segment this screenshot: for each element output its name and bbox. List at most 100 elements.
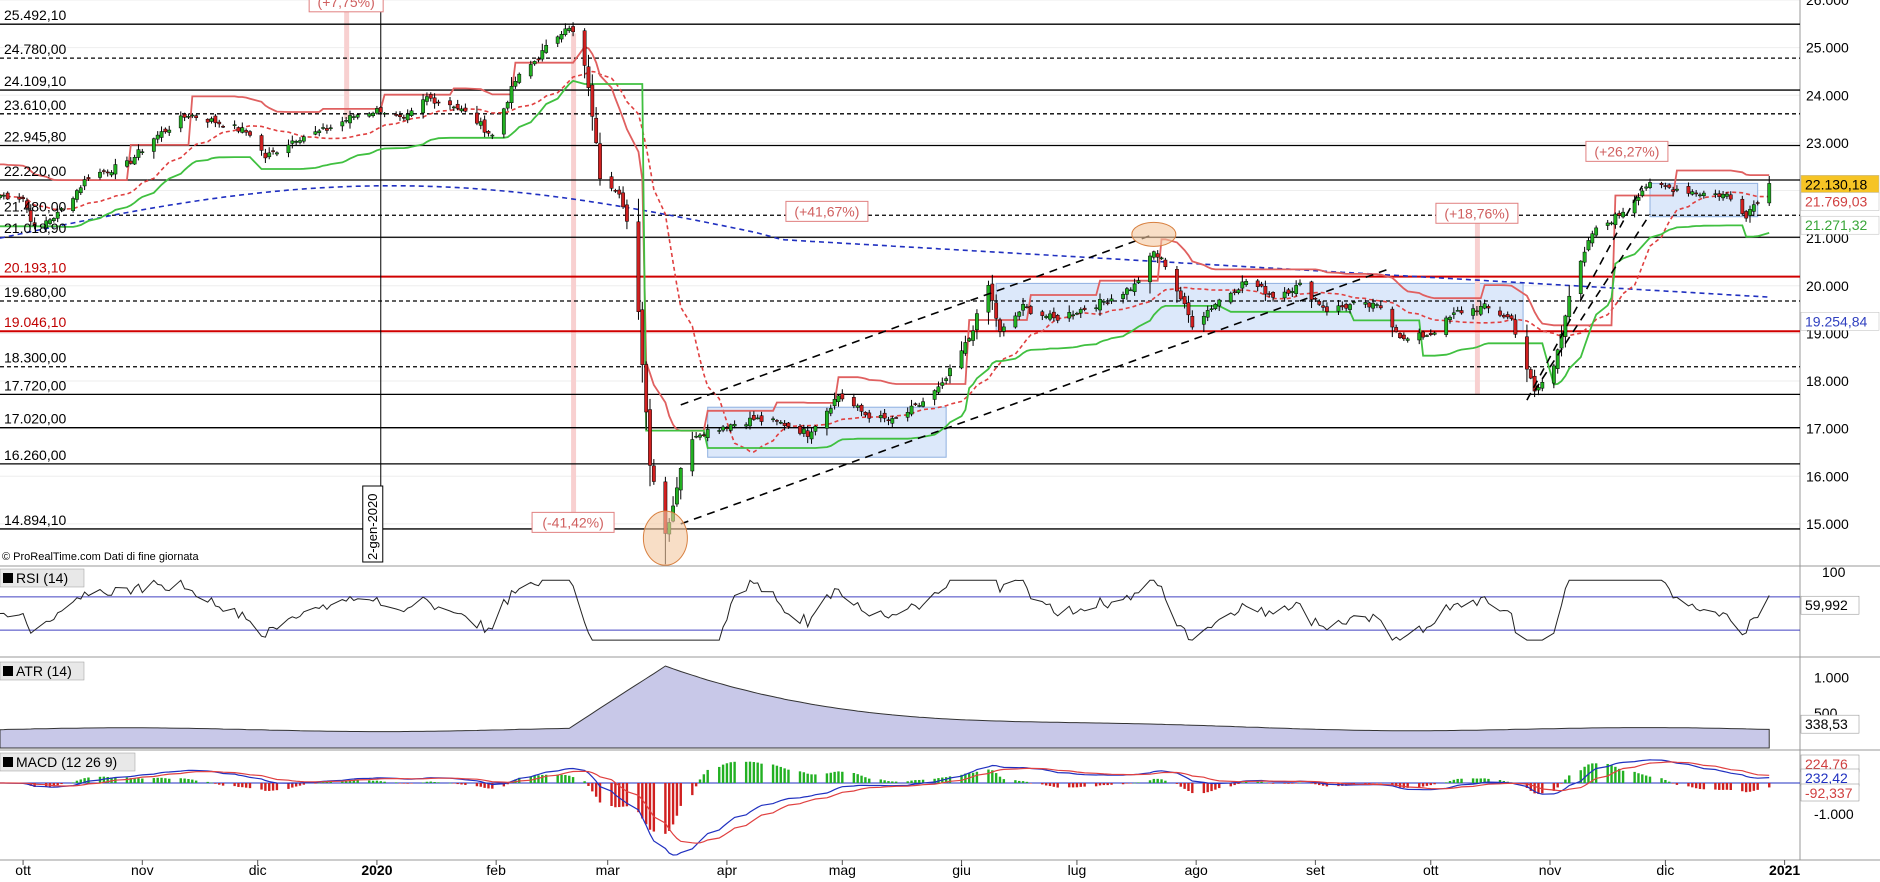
candle	[940, 382, 945, 386]
candle	[432, 97, 437, 104]
macd-histogram-bar	[398, 783, 402, 784]
macd-histogram-bar	[914, 780, 917, 783]
macd-histogram-bar	[406, 783, 409, 784]
macd-histogram-bar	[860, 775, 863, 783]
macd-histogram-bar	[71, 782, 75, 783]
macd-histogram-bar	[260, 783, 263, 790]
candle	[482, 119, 487, 133]
candle	[1671, 189, 1675, 192]
candle	[636, 221, 641, 312]
candle	[748, 417, 752, 427]
macd-histogram-bar	[856, 774, 859, 783]
candle	[536, 58, 541, 61]
candle	[1325, 306, 1329, 312]
macd-histogram-bar	[1456, 778, 1459, 783]
candle	[909, 405, 914, 415]
candle	[1609, 222, 1614, 225]
price-tick-label: 17.000	[1806, 421, 1849, 437]
level-label: 19.046,10	[4, 314, 66, 330]
candle	[590, 84, 595, 117]
candle	[1551, 365, 1556, 384]
candle	[563, 28, 568, 35]
macd-histogram-bar	[1748, 783, 1752, 792]
macd-histogram-bar	[1418, 783, 1421, 788]
price-tick-label: 16.000	[1806, 468, 1849, 484]
candle	[1209, 308, 1214, 311]
candle	[248, 131, 252, 136]
panel-title-swatch	[3, 573, 13, 583]
candle	[1713, 193, 1718, 195]
macd-histogram-bar	[410, 783, 413, 784]
candle	[501, 108, 506, 135]
macd-histogram-bar	[868, 778, 871, 783]
candle	[1378, 305, 1383, 309]
candle	[71, 198, 75, 212]
macd-histogram-bar	[1310, 783, 1313, 784]
candle	[267, 152, 272, 158]
candle	[1286, 289, 1291, 294]
macd-histogram-bar	[60, 783, 63, 785]
candle	[598, 143, 602, 179]
candle	[705, 429, 710, 439]
candle	[1367, 302, 1372, 308]
candle	[825, 410, 829, 429]
candle	[240, 127, 245, 133]
macd-histogram-bar	[537, 775, 540, 783]
candle	[194, 115, 199, 118]
candle	[1, 194, 6, 197]
macd-histogram-bar	[702, 774, 706, 783]
candle	[1390, 308, 1395, 328]
candle	[1136, 280, 1141, 283]
candle	[1271, 292, 1275, 298]
candle	[798, 426, 802, 434]
candle	[125, 160, 129, 167]
macd-histogram-bar	[425, 781, 429, 783]
level-label: 14.894,10	[4, 512, 66, 528]
macd-histogram-bar	[883, 780, 886, 783]
candle	[1244, 281, 1249, 285]
macd-histogram-bar	[1014, 780, 1017, 783]
macd-histogram-bar	[802, 772, 806, 783]
macd-histogram-bar	[1044, 783, 1048, 786]
candle	[1513, 319, 1518, 335]
macd-histogram-bar	[1460, 778, 1463, 783]
macd-histogram-bar	[1121, 783, 1125, 785]
candle	[217, 121, 222, 125]
candle	[725, 427, 729, 429]
macd-histogram-bar	[1671, 783, 1675, 784]
macd-histogram-bar	[1583, 766, 1586, 783]
candle	[448, 100, 452, 106]
macd-histogram-bar	[837, 771, 840, 783]
level-label: 19.680,00	[4, 284, 66, 300]
candle	[617, 189, 622, 195]
candle	[809, 431, 814, 440]
macd-histogram-bar	[1298, 782, 1302, 784]
macd-histogram-bar	[241, 783, 244, 788]
macd-histogram-bar	[1052, 783, 1056, 787]
x-tick-label: 2020	[361, 862, 392, 878]
macd-histogram-bar	[1648, 776, 1652, 783]
macd-histogram-bar	[1202, 783, 1206, 794]
macd-histogram-bar	[671, 783, 675, 825]
panel-title-swatch	[3, 757, 13, 767]
candle	[1594, 227, 1599, 236]
candle	[101, 170, 106, 172]
level-label: 21.480,00	[4, 198, 66, 214]
candle	[1155, 253, 1160, 258]
annotation-label: (+26,27%)	[1594, 143, 1659, 159]
candle	[140, 151, 145, 153]
candle	[1048, 313, 1052, 320]
macd-histogram-bar	[233, 783, 236, 787]
candle	[1725, 193, 1729, 197]
candle	[1028, 306, 1033, 314]
macd-histogram-bar	[1056, 783, 1059, 788]
credit-text: © ProRealTime.com Dati di fine giornata	[2, 551, 199, 563]
macd-histogram-bar	[891, 781, 894, 783]
candle	[1151, 251, 1156, 258]
candle	[1455, 310, 1460, 312]
candle	[555, 36, 560, 44]
candle	[325, 128, 329, 131]
candle	[886, 419, 891, 422]
macd-histogram-bar	[1129, 783, 1132, 784]
macd-histogram-bar	[541, 774, 544, 783]
